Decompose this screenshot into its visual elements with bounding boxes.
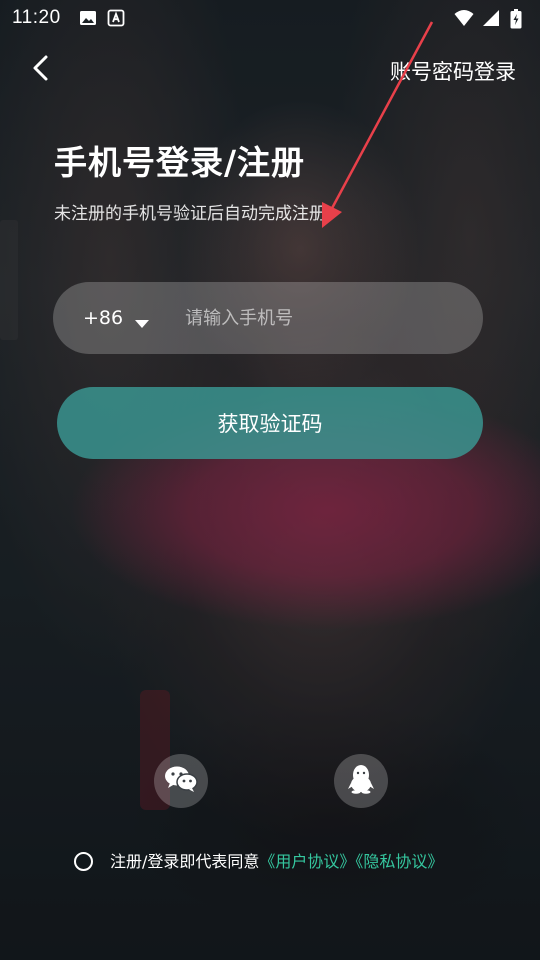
get-verification-code-button[interactable]: 获取验证码 bbox=[57, 387, 483, 459]
qq-penguin-icon bbox=[348, 764, 374, 798]
status-bar: 11:20 bbox=[0, 0, 540, 36]
back-button[interactable] bbox=[24, 52, 56, 88]
battery-charging-icon bbox=[510, 9, 528, 29]
agreement-text: 注册/登录即代表同意《用户协议》《隐私协议》 bbox=[110, 848, 470, 875]
qq-login-button[interactable] bbox=[334, 754, 388, 808]
status-left-icons bbox=[79, 9, 125, 27]
phone-number-input[interactable] bbox=[185, 298, 483, 338]
chevron-down-icon bbox=[135, 314, 150, 328]
status-right-icons bbox=[454, 9, 528, 29]
status-time: 11:20 bbox=[12, 7, 61, 28]
privacy-policy-link[interactable]: 《隐私协议》 bbox=[355, 852, 443, 871]
a-text-icon bbox=[107, 9, 125, 27]
account-password-login-link[interactable]: 账号密码登录 bbox=[390, 56, 516, 86]
wechat-login-button[interactable] bbox=[154, 754, 208, 808]
country-code-label: +86 bbox=[83, 307, 124, 329]
page-title: 手机号登录/注册 bbox=[54, 143, 306, 182]
image-icon bbox=[79, 9, 97, 27]
signal-icon bbox=[482, 9, 500, 27]
phone-input-container: +86 bbox=[53, 282, 483, 354]
back-chevron-icon bbox=[31, 54, 49, 86]
agreement-checkbox[interactable] bbox=[74, 852, 93, 871]
country-code-selector[interactable]: +86 bbox=[83, 307, 150, 329]
page-subtitle: 未注册的手机号验证后自动完成注册 bbox=[54, 204, 326, 224]
user-agreement-link[interactable]: 《用户协议》 bbox=[259, 852, 355, 871]
wechat-icon bbox=[164, 765, 198, 797]
agreement-row: 注册/登录即代表同意《用户协议》《隐私协议》 bbox=[74, 848, 474, 875]
agreement-prefix: 注册/登录即代表同意 bbox=[110, 852, 260, 871]
wifi-icon bbox=[454, 9, 474, 27]
